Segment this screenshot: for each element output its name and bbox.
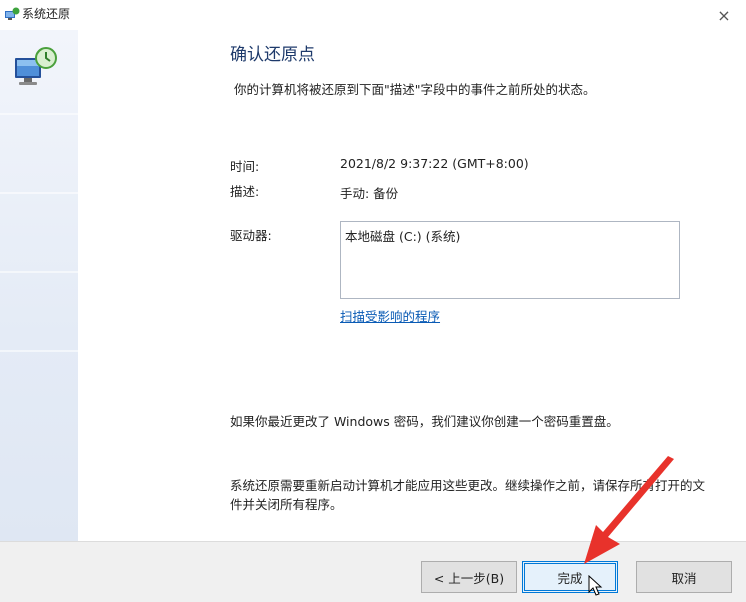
sidebar-divider: [0, 271, 78, 273]
drive-list-item[interactable]: 本地磁盘 (C:) (系统): [345, 226, 460, 245]
sidebar-divider: [0, 192, 78, 194]
system-restore-computer-icon: [15, 47, 57, 85]
restart-notice: 系统还原需要重新启动计算机才能应用这些更改。继续操作之前，请保存所有打开的文件并…: [230, 478, 706, 512]
sidebar-divider: [0, 113, 78, 115]
drives-label: 驱动器:: [230, 228, 272, 243]
content-area: 确认还原点 你的计算机将被还原到下面"描述"字段中的事件之前所处的状态。 时间:…: [78, 30, 746, 541]
close-icon: ×: [717, 5, 731, 25]
mouse-cursor-icon: [588, 575, 603, 596]
system-restore-icon: [5, 7, 20, 20]
page-title: 确认还原点: [230, 45, 315, 65]
button-bar: < 上一步(B) 完成 取消: [0, 541, 746, 602]
description-label: 描述:: [230, 184, 260, 199]
description-value: 手动: 备份: [340, 186, 399, 201]
title-bar: 系统还原 ×: [0, 0, 746, 30]
time-value: 2021/8/2 9:37:22 (GMT+8:00): [340, 156, 529, 171]
password-reset-notice: 如果你最近更改了 Windows 密码，我们建议你创建一个密码重置盘。: [230, 414, 619, 429]
close-button[interactable]: ×: [702, 0, 746, 30]
restore-description-text: 你的计算机将被还原到下面"描述"字段中的事件之前所处的状态。: [234, 82, 596, 97]
cancel-button[interactable]: 取消: [636, 561, 732, 593]
window-title: 系统还原: [22, 7, 71, 21]
scan-affected-programs-link[interactable]: 扫描受影响的程序: [340, 306, 440, 325]
time-label: 时间:: [230, 159, 260, 174]
drives-list[interactable]: 本地磁盘 (C:) (系统): [340, 221, 680, 299]
back-button[interactable]: < 上一步(B): [421, 561, 517, 593]
sidebar-panel: [0, 30, 78, 541]
sidebar-divider: [0, 350, 78, 352]
